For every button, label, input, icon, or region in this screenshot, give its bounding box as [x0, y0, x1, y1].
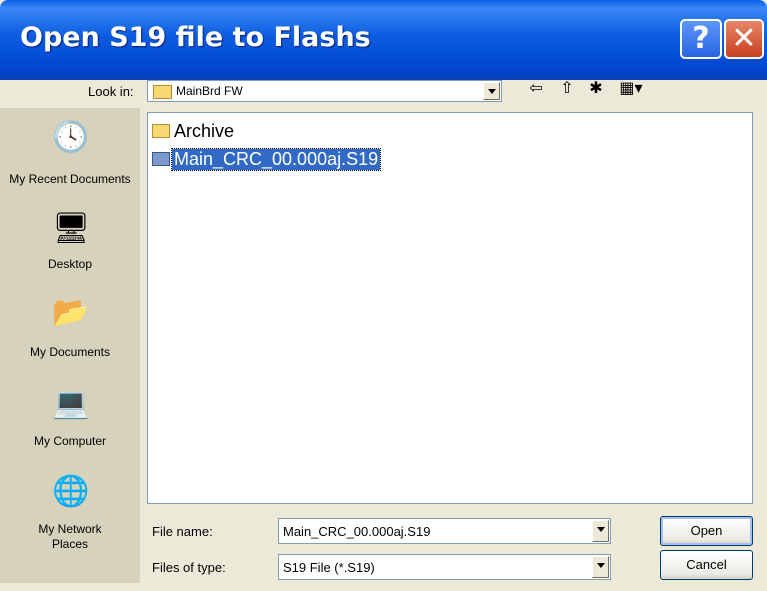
- look-in-label: Look in:: [88, 84, 134, 99]
- chevron-down-icon[interactable]: [483, 82, 500, 100]
- window-title: Open S19 file to Flashs: [20, 22, 371, 53]
- file-icon: [152, 152, 170, 166]
- look-in-dropdown[interactable]: MainBrd FW: [147, 80, 502, 102]
- item-name: Main_CRC_00.000aj.S19: [170, 147, 382, 171]
- place-my-computer[interactable]: 💻 My Computer: [0, 384, 140, 454]
- file-type-value: S19 File (*.S19): [283, 560, 375, 575]
- place-network-places[interactable]: 🌐 My Network Places: [0, 474, 140, 564]
- desktop-icon: 🖥: [52, 212, 91, 245]
- chevron-down-icon[interactable]: [592, 556, 609, 578]
- file-list[interactable]: Archive Main_CRC_00.000aj.S19: [147, 112, 753, 504]
- place-label: My Network Places: [38, 522, 102, 551]
- recent-documents-icon: 🕓: [52, 121, 90, 154]
- folder-icon: [153, 85, 172, 99]
- close-button[interactable]: ✕: [724, 19, 764, 59]
- file-type-label: Files of type:: [152, 560, 226, 575]
- title-bar[interactable]: Open S19 file to Flashs ? ✕: [0, 0, 767, 80]
- back-arrow-icon[interactable]: ⇦: [526, 78, 546, 97]
- new-folder-icon[interactable]: ✱: [586, 78, 606, 97]
- file-name-value: Main_CRC_00.000aj.S19: [283, 524, 431, 539]
- chevron-down-icon[interactable]: [592, 520, 609, 542]
- places-bar: 🕓 My Recent Documents 🖥 Desktop 📂 My Doc…: [0, 108, 140, 583]
- file-name-label: File name:: [152, 524, 213, 539]
- place-label: My Documents: [29, 345, 111, 359]
- file-type-dropdown[interactable]: S19 File (*.S19): [278, 554, 611, 580]
- list-item[interactable]: Archive: [152, 119, 236, 143]
- place-desktop[interactable]: 🖥 Desktop: [0, 211, 140, 271]
- cancel-button[interactable]: Cancel: [660, 550, 753, 580]
- place-my-documents[interactable]: 📂 My Documents: [0, 293, 140, 363]
- place-label: Desktop: [47, 257, 93, 271]
- place-recent-documents[interactable]: 🕓 My Recent Documents: [0, 116, 140, 206]
- up-folder-icon[interactable]: ⇧: [557, 78, 577, 97]
- file-name-field[interactable]: Main_CRC_00.000aj.S19: [278, 518, 611, 544]
- network-places-icon: 🌐: [52, 475, 90, 508]
- list-item[interactable]: Main_CRC_00.000aj.S19: [152, 147, 382, 171]
- help-button[interactable]: ?: [680, 19, 722, 59]
- my-documents-icon: 📂: [52, 296, 90, 329]
- my-computer-icon: 💻: [52, 387, 90, 420]
- views-menu-icon[interactable]: ▦▾: [613, 78, 649, 97]
- place-label: My Recent Documents: [9, 172, 131, 186]
- open-button[interactable]: Open: [660, 516, 753, 546]
- folder-icon: [152, 124, 170, 138]
- place-label: My Computer: [33, 434, 107, 448]
- look-in-value: MainBrd FW: [176, 84, 243, 98]
- item-name: Archive: [174, 120, 235, 141]
